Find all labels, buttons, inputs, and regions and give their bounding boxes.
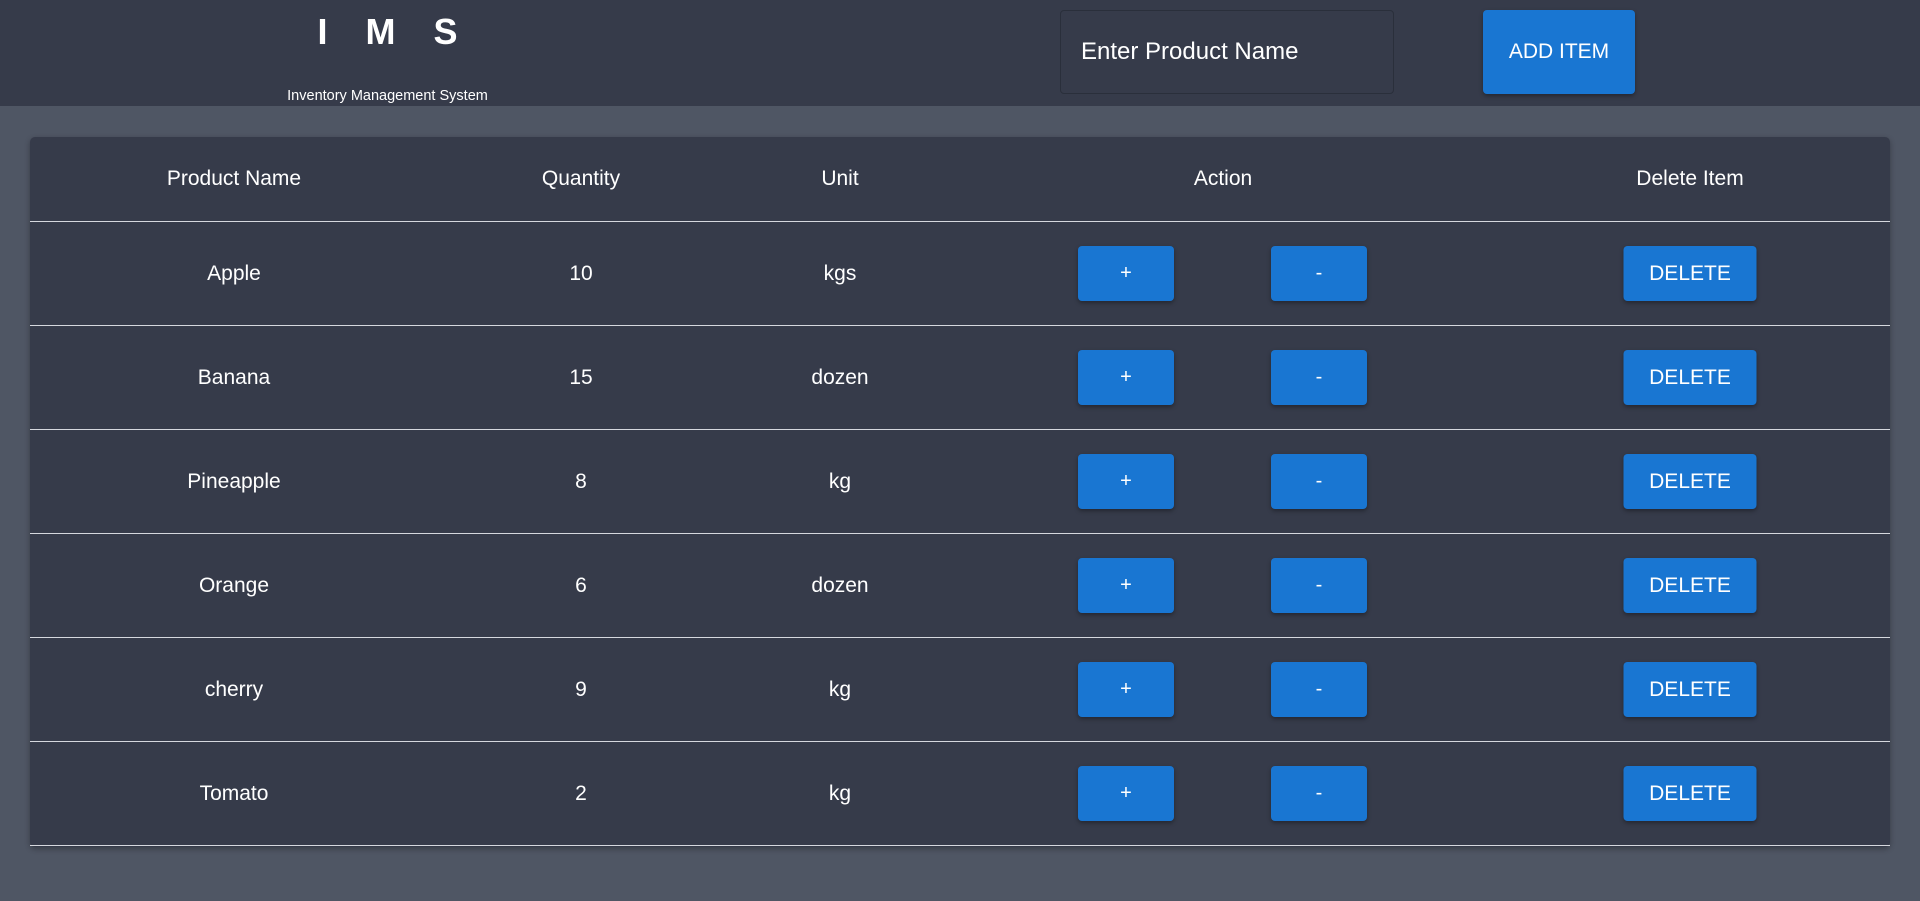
product-name-cell: Apple: [207, 261, 261, 285]
increment-button[interactable]: +: [1078, 246, 1174, 301]
column-header-unit: Unit: [821, 167, 859, 190]
table-row: cherry 9 kg + - DELETE: [30, 638, 1890, 742]
product-name-cell: Tomato: [199, 781, 269, 805]
increment-button[interactable]: +: [1078, 662, 1174, 717]
unit-cell: kg: [828, 677, 852, 701]
delete-button[interactable]: DELETE: [1623, 766, 1757, 821]
product-name-input[interactable]: [1061, 11, 1393, 93]
column-header-product-name: Product Name: [166, 167, 302, 190]
decrement-button[interactable]: -: [1271, 766, 1367, 821]
quantity-cell: 2: [575, 781, 587, 805]
unit-cell: kgs: [823, 261, 857, 285]
unit-cell: dozen: [811, 573, 869, 597]
column-header-quantity: Quantity: [541, 167, 621, 190]
column-header-action: Action: [1193, 167, 1253, 190]
delete-button[interactable]: DELETE: [1623, 350, 1757, 405]
table-header-row: Product Name Quantity Unit Action Delete…: [30, 137, 1890, 222]
logo-title: I M S: [317, 11, 472, 52]
unit-cell: kg: [828, 469, 852, 493]
inventory-table: Product Name Quantity Unit Action Delete…: [30, 137, 1890, 847]
table-row: Apple 10 kgs + - DELETE: [30, 222, 1890, 326]
column-header-delete-item: Delete Item: [1636, 167, 1744, 190]
decrement-button[interactable]: -: [1271, 558, 1367, 613]
increment-button[interactable]: +: [1078, 558, 1174, 613]
table-row: Orange 6 dozen + - DELETE: [30, 534, 1890, 638]
add-item-button[interactable]: ADD ITEM: [1483, 10, 1635, 94]
unit-cell: dozen: [811, 365, 869, 389]
decrement-button[interactable]: -: [1271, 350, 1367, 405]
decrement-button[interactable]: -: [1271, 662, 1367, 717]
logo-subtitle: Inventory Management System: [287, 88, 488, 104]
quantity-cell: 15: [569, 365, 593, 389]
quantity-cell: 6: [575, 573, 587, 597]
table-row: Pineapple 8 kg + - DELETE: [30, 430, 1890, 534]
delete-button[interactable]: DELETE: [1623, 662, 1757, 717]
logo: I M S Inventory Management System: [280, 10, 495, 105]
increment-button[interactable]: +: [1078, 766, 1174, 821]
increment-button[interactable]: +: [1078, 350, 1174, 405]
unit-cell: kg: [828, 781, 852, 805]
product-name-cell: Pineapple: [187, 469, 281, 493]
quantity-cell: 10: [569, 261, 593, 285]
product-name-field-wrapper: [1060, 10, 1394, 94]
table-row: Banana 15 dozen + - DELETE: [30, 326, 1890, 430]
quantity-cell: 9: [575, 677, 587, 701]
delete-button[interactable]: DELETE: [1623, 246, 1757, 301]
quantity-cell: 8: [575, 469, 587, 493]
delete-button[interactable]: DELETE: [1623, 558, 1757, 613]
table-row: Tomato 2 kg + - DELETE: [30, 742, 1890, 846]
decrement-button[interactable]: -: [1271, 454, 1367, 509]
product-name-cell: cherry: [204, 677, 264, 701]
app-header: I M S Inventory Management System ADD IT…: [0, 0, 1920, 106]
decrement-button[interactable]: -: [1271, 246, 1367, 301]
delete-button[interactable]: DELETE: [1623, 454, 1757, 509]
product-name-cell: Banana: [197, 365, 271, 389]
increment-button[interactable]: +: [1078, 454, 1174, 509]
product-name-cell: Orange: [198, 573, 270, 597]
